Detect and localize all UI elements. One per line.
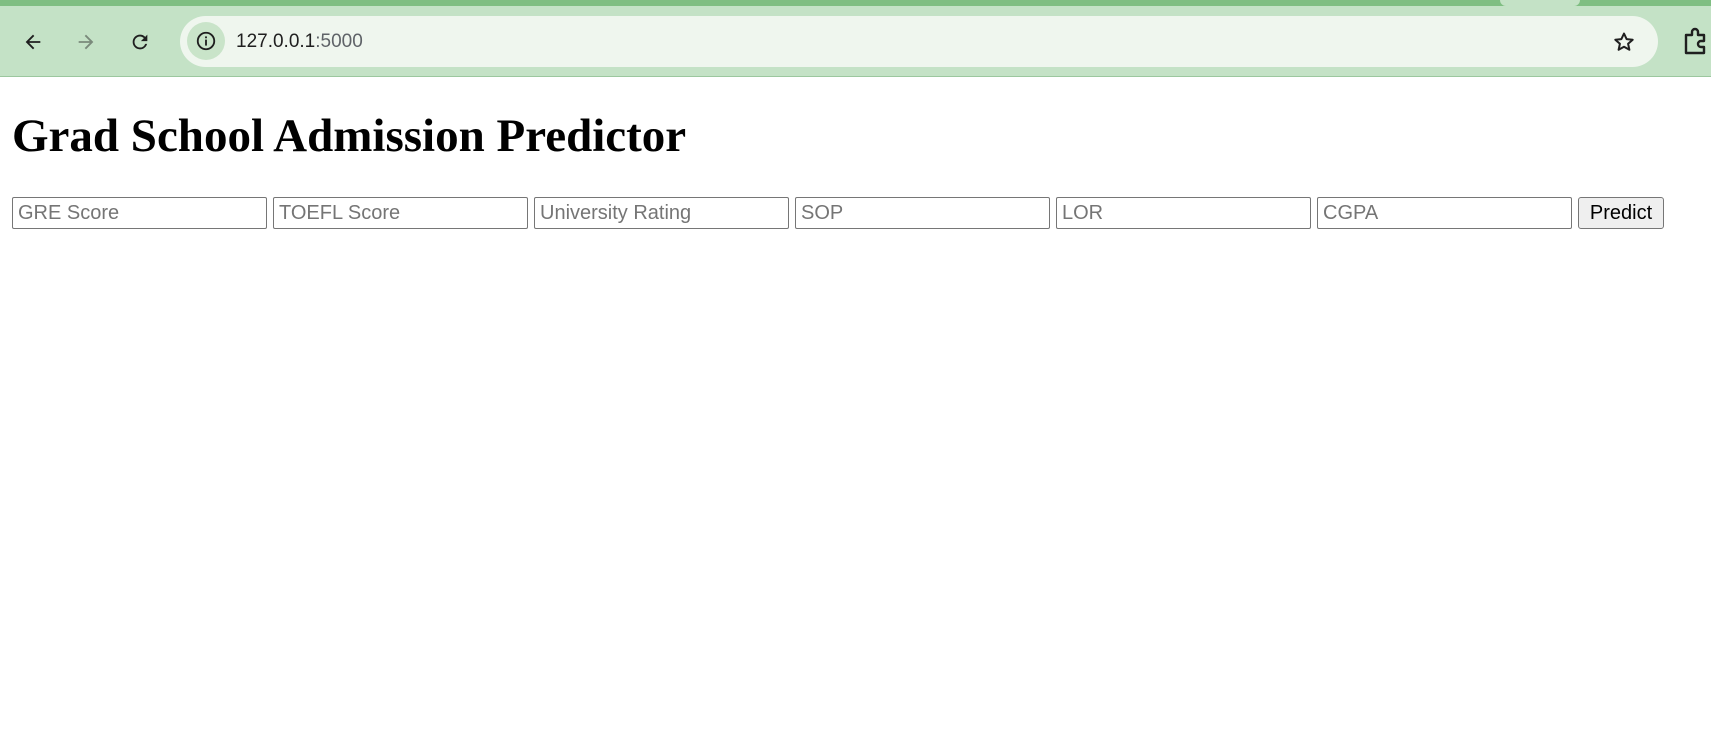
cgpa-input[interactable] — [1317, 197, 1572, 229]
predict-button[interactable]: Predict — [1578, 197, 1664, 229]
toefl-score-input[interactable] — [273, 197, 528, 229]
lor-input[interactable] — [1056, 197, 1311, 229]
star-icon[interactable] — [1610, 28, 1638, 56]
info-icon-glyph — [196, 31, 216, 51]
url-port: :5000 — [315, 31, 363, 52]
arrow-right-icon — [78, 34, 94, 50]
tab-strip — [0, 0, 1711, 6]
puzzle-icon[interactable] — [1682, 26, 1711, 56]
page-title: Grad School Admission Predictor — [12, 110, 687, 162]
address-bar[interactable]: 127.0.0.1:5000 — [180, 16, 1658, 67]
url-host: 127.0.0.1 — [236, 31, 316, 52]
active-tab-edge[interactable] — [1500, 0, 1580, 6]
arrow-left-icon — [25, 34, 41, 50]
reload-button[interactable] — [120, 22, 160, 62]
browser-toolbar: 127.0.0.1:5000 — [0, 0, 1711, 77]
extensions-glyph — [1684, 27, 1706, 55]
university-rating-input[interactable] — [534, 197, 789, 229]
sop-input[interactable] — [795, 197, 1050, 229]
back-button[interactable] — [13, 22, 53, 62]
info-icon[interactable] — [187, 22, 225, 60]
gre-score-input[interactable] — [12, 197, 267, 229]
bookmark-star-glyph — [1614, 32, 1634, 51]
reload-icon — [132, 34, 148, 50]
url-text[interactable]: 127.0.0.1:5000 — [236, 30, 363, 53]
forward-button[interactable] — [66, 22, 106, 62]
